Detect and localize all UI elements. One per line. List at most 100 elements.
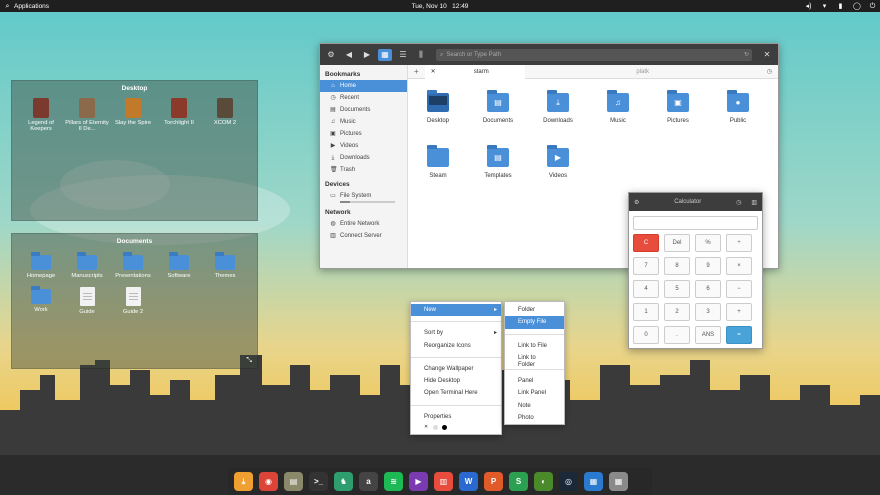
file-item[interactable]: ▶ Videos [528,142,588,179]
menu-item-empty-file[interactable]: Empty File [505,316,564,329]
tab-platk[interactable]: platk [525,65,761,79]
download-manager-icon[interactable]: ⤓ [234,472,253,491]
file-item[interactable]: ⤓ Downloads [528,87,588,124]
calc-key[interactable]: ÷ [726,234,752,252]
files-icon[interactable]: ▤ [284,472,303,491]
tab-starm[interactable]: ✕ starm [424,64,525,79]
file-item[interactable]: ▣ Pictures [648,87,708,124]
new-tab-button[interactable]: + [408,65,425,79]
sheets-icon[interactable]: S [509,472,528,491]
notifications-icon[interactable]: ◯ [853,3,861,10]
volume-icon[interactable]: ◂) [805,3,812,10]
sidebar-item-recent[interactable]: ◷ Recent [320,92,407,104]
calculator-dock-icon[interactable]: ▦ [609,472,628,491]
calc-key[interactable]: ANS [695,326,721,344]
presentation-icon[interactable]: ▥ [434,472,453,491]
calculator-display[interactable] [633,216,758,230]
calc-key[interactable]: 1 [633,303,659,321]
document-item[interactable]: Manuscripts [64,251,110,279]
menu-item-folder[interactable]: Folder [505,304,564,316]
calc-key[interactable]: × [726,257,752,275]
store-icon[interactable]: ♞ [334,472,353,491]
refresh-icon[interactable]: ↻ [744,49,749,61]
color-swatch[interactable] [442,425,447,431]
sidebar-item-connect-server[interactable]: ▥ Connect Server [320,230,407,242]
menu-item-properties[interactable]: Properties [411,411,501,423]
menu-item-open-terminal-here[interactable]: Open Terminal Here [411,387,501,399]
menu-item-change-wallpaper[interactable]: Change Wallpaper [411,363,501,375]
calc-key[interactable]: 7 [633,257,659,275]
nvidia-icon[interactable]: ◐ [534,472,553,491]
color-swatch[interactable]: ✕ [424,425,429,431]
calc-key[interactable]: 9 [695,257,721,275]
document-item[interactable]: Software [156,251,202,279]
menu-item-link-to-folder[interactable]: Link to Folder [505,352,564,368]
menu-item-hide-desktop[interactable]: Hide Desktop [411,375,501,387]
menu-item-panel[interactable]: Panel [505,375,564,387]
calc-key[interactable]: % [695,234,721,252]
search-input[interactable]: ⌕ Search or Type Path ↻ [436,48,752,61]
calc-key[interactable]: Del [664,234,690,252]
document-item[interactable]: Work [18,285,64,315]
calc-key[interactable]: 5 [664,280,690,298]
calc-key[interactable]: 4 [633,280,659,298]
battery-icon[interactable]: ▮ [837,3,844,10]
trash-icon[interactable]: ▥ [751,199,757,206]
spotify-icon[interactable]: ≋ [384,472,403,491]
back-button[interactable]: ◀ [342,49,356,61]
calc-key[interactable]: C [633,234,659,252]
desktop-icon[interactable]: Legend of Keepers [18,98,64,132]
menu-item-reorganize-icons[interactable]: Reorganize Icons [411,340,501,352]
close-tab-icon[interactable]: ✕ [431,65,436,79]
forward-button[interactable]: ▶ [360,49,374,61]
wifi-icon[interactable]: ▾ [821,3,828,10]
chrome-icon[interactable]: ◉ [259,472,278,491]
date-time[interactable]: Tue, Nov 10 12:49 [412,3,469,10]
calc-key[interactable]: 0 [633,326,659,344]
column-view-button[interactable]: ⫼ [414,49,428,61]
list-view-button[interactable]: ☰ [396,49,410,61]
settings-icon[interactable]: ⚙ [324,49,338,61]
desktop-icon[interactable]: Pillars of Eternity II De... [64,98,110,132]
menu-item-link-to-file[interactable]: Link to File [505,340,564,352]
a-app-icon[interactable]: a [359,472,378,491]
workspace-icon[interactable]: ▦ [584,472,603,491]
calc-key[interactable]: + [726,303,752,321]
document-item[interactable]: Themes [202,251,248,279]
file-item[interactable]: ♫ Music [588,87,648,124]
color-swatch[interactable] [433,425,438,431]
calc-key[interactable]: 2 [664,303,690,321]
sidebar-item-trash[interactable]: 🗑 Trash [320,164,407,176]
media-icon[interactable]: ▶ [409,472,428,491]
terminal-icon[interactable]: >_ [309,472,328,491]
history-icon[interactable]: ◷ [761,65,778,79]
sidebar-item-downloads[interactable]: ⤓ Downloads [320,152,407,164]
desktop-icon[interactable]: Slay the Spire [110,98,156,132]
sidebar-item-entire-network[interactable]: ◍ Entire Network [320,218,407,230]
writer-icon[interactable]: W [459,472,478,491]
steam-icon[interactable]: ◎ [559,472,578,491]
calc-key[interactable]: − [726,280,752,298]
menu-item-photo[interactable]: Photo [505,412,564,424]
calc-key[interactable]: 8 [664,257,690,275]
document-item[interactable]: Guide [64,285,110,315]
menu-item-sort-by[interactable]: Sort by ▸ [411,327,501,339]
sidebar-item-videos[interactable]: ▶ Videos [320,140,407,152]
sidebar-item-documents[interactable]: ▤ Documents [320,104,407,116]
sidebar-item-pictures[interactable]: ▣ Pictures [320,128,407,140]
power-icon[interactable]: ⏻ [869,3,876,10]
menu-item-note[interactable]: Note [505,400,564,412]
document-item[interactable]: Guide 2 [110,285,156,315]
file-item[interactable]: ▤ Documents [468,87,528,124]
document-item[interactable]: Homepage [18,251,64,279]
menu-item-link-panel[interactable]: Link Panel [505,387,564,399]
resize-handle-icon[interactable]: ⤡ [246,357,252,365]
sidebar-item-music[interactable]: ♫ Music [320,116,407,128]
wps-icon[interactable]: P [484,472,503,491]
file-item[interactable]: ▤ Templates [468,142,528,179]
applications-menu[interactable]: ⌕ Applications [4,3,50,10]
sidebar-item-home[interactable]: ⌂ Home [320,80,407,92]
icon-view-button[interactable]: ▦ [378,48,392,61]
desktop-icon[interactable]: Torchlight II [156,98,202,132]
history-icon[interactable]: ◷ [736,199,741,206]
